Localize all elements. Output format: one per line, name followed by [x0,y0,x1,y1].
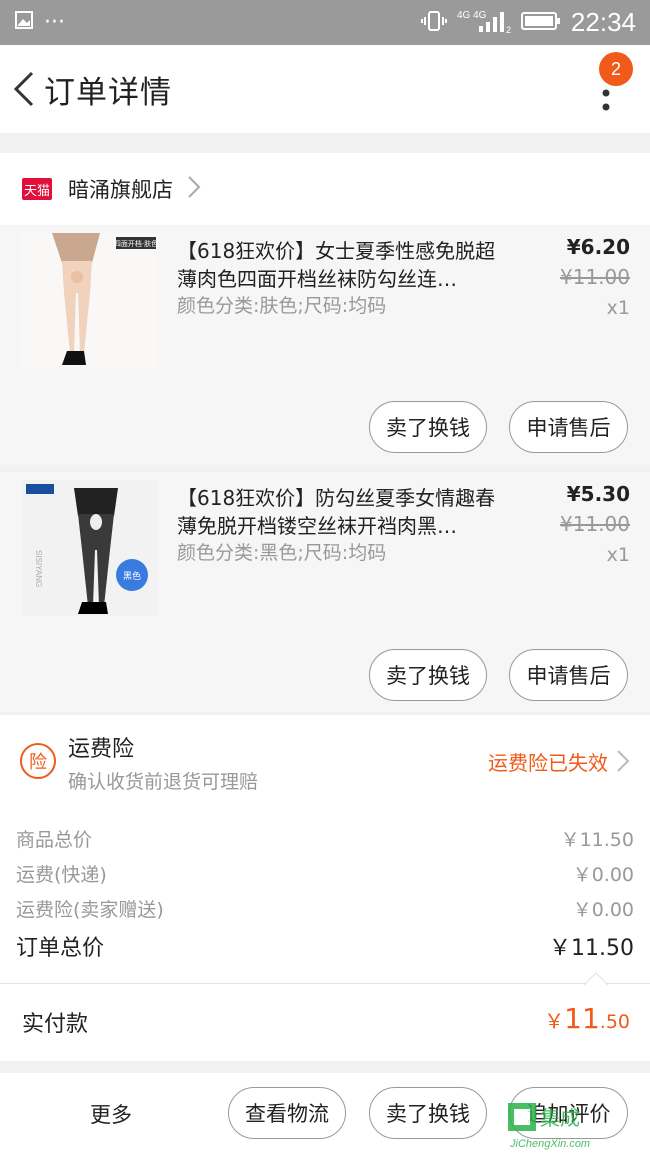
tmall-logo: 天猫 [22,178,52,200]
resell-button[interactable]: 卖了换钱 [369,649,487,701]
price-summary: 商品总价 ￥11.50 运费(快递) ￥0.00 运费险(卖家赠送) ￥0.00… [0,805,650,983]
product-title[interactable]: 【618狂欢价】女士夏季性感免脱超薄肉色四面开档丝袜防勾丝连… [177,237,507,293]
product-image[interactable]: 黑色 SISIYANG [22,480,158,616]
vibrate-icon [420,9,447,37]
paid-label: 实付款 [22,1012,89,1037]
summary-row: 运费(快递) ￥0.00 [16,860,634,887]
signal-icon: 4G 4G 2 [457,8,511,38]
image-icon [14,10,34,36]
order-total-row: 订单总价 ￥11.50 [16,930,634,962]
paid-amount-row: 实付款 ￥11.50 [0,972,650,1061]
paid-currency: ￥ [544,1009,565,1033]
product-qty: x1 [606,544,630,566]
battery-icon [520,10,561,36]
product-title[interactable]: 【618狂欢价】防勾丝夏季女情趣春薄免脱开档镂空丝袜开裆肉黑… [177,484,507,540]
original-price: ¥11.00 [560,265,630,289]
status-bar: ··· 4G 4G 2 22:34 [0,0,650,45]
product-image[interactable]: 四面开档·肤色 [22,233,158,369]
insurance-status: 运费险已失效 [488,751,608,775]
product-sku: 颜色分类:黑色;尺码:均码 [177,542,387,564]
insurance-title: 运费险 [68,737,135,762]
chevron-right-icon [616,749,630,777]
resell-button[interactable]: 卖了换钱 [369,401,487,453]
thumb-label: 黑色 [123,570,141,582]
shipping-insurance[interactable]: 险 运费险 确认收货前退货可理赔 运费险已失效 [0,715,650,805]
summary-value: ￥0.00 [572,864,634,886]
chevron-left-icon [13,71,34,107]
more-button[interactable]: 更多 [90,1099,132,1129]
watermark-line1: 集成 [540,1106,580,1130]
product-sku: 颜色分类:肤色;尺码:均码 [177,295,387,317]
insurance-subtitle: 确认收货前退货可理赔 [68,771,259,793]
resell-button[interactable]: 卖了换钱 [369,1087,487,1139]
order-item[interactable]: 四面开档·肤色 【618狂欢价】女士夏季性感免脱超薄肉色四面开档丝袜防勾丝连… … [0,225,650,465]
summary-label: 商品总价 [16,829,93,851]
product-price: ¥6.20 [566,235,630,259]
summary-label: 运费险(卖家赠送) [16,899,164,921]
site-watermark-logo: 集成 JiChengXin.com [508,1103,590,1150]
summary-row: 运费险(卖家赠送) ￥0.00 [16,895,634,922]
pointer-caret [584,972,608,985]
bottom-action-bar: 更多 查看物流 卖了换钱 追加评价 集成 JiChengXin.com [0,1073,650,1155]
view-logistics-button[interactable]: 查看物流 [228,1087,346,1139]
order-total-label: 订单总价 [16,936,105,961]
thumb-label: 四面开档·肤色 [114,239,158,248]
store-header[interactable]: 天猫 暗涌旗舰店 [0,153,650,225]
overflow-dots-icon: ··· [44,10,65,35]
order-total-value: ￥11.50 [549,936,634,961]
paid-amount: ￥11.50 [544,1002,630,1035]
chevron-right-icon [187,175,201,203]
paid-integer: 11 [564,1002,600,1035]
after-sale-button[interactable]: 申请售后 [509,649,628,701]
nav-bar: 订单详情 2 [0,45,650,133]
summary-label: 运费(快递) [16,864,107,886]
after-sale-button[interactable]: 申请售后 [509,401,628,453]
svg-text:2: 2 [506,25,511,34]
product-price: ¥5.30 [566,482,630,506]
watermark-line2: JiChengXin.com [509,1138,590,1150]
svg-text:SISIYANG: SISIYANG [34,550,43,587]
original-price: ¥11.00 [560,512,630,536]
paid-decimal: .50 [599,1011,630,1033]
store-name: 暗涌旗舰店 [68,178,173,202]
summary-value: ￥0.00 [572,899,634,921]
clock: 22:34 [570,7,636,37]
summary-row: 商品总价 ￥11.50 [16,825,634,852]
summary-value: ￥11.50 [560,829,634,851]
insurance-icon: 险 [20,743,56,779]
order-item[interactable]: 黑色 SISIYANG 【618狂欢价】防勾丝夏季女情趣春薄免脱开档镂空丝袜开裆… [0,472,650,712]
product-qty: x1 [606,297,630,319]
page-title: 订单详情 [44,74,172,111]
back-button[interactable] [4,45,44,133]
network-label: 4G 4G [457,10,487,21]
message-badge: 2 [599,52,633,86]
